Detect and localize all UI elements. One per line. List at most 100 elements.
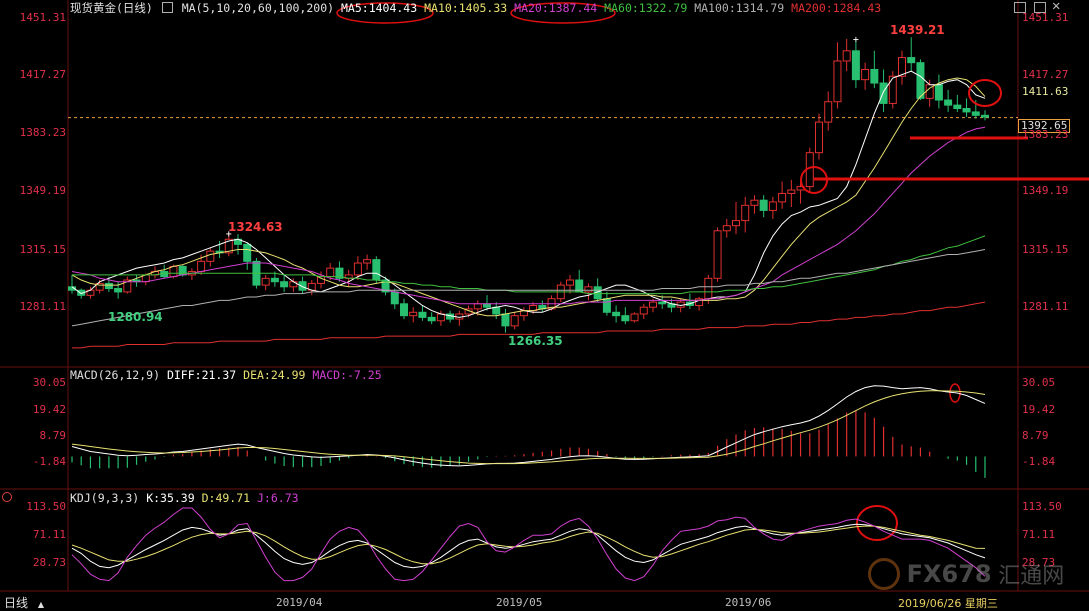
candle-down — [270, 277, 279, 283]
candle-down — [934, 84, 943, 101]
period-tab-label: 日线 — [4, 596, 29, 610]
candle-down — [851, 50, 860, 81]
candle-up — [732, 220, 740, 227]
kdj-legend: KDJ(9,3,3) K:35.39 D:49.71 J:6.73 — [70, 491, 299, 505]
macd-tick-left-0: 30.05 — [32, 376, 66, 389]
macd-tick-left-1: 19.42 — [32, 403, 66, 416]
candle-down — [870, 68, 879, 84]
y-tick-left-3: 1349.19 — [19, 184, 66, 197]
ma10-value: MA10:1405.33 — [424, 1, 508, 15]
candle-down — [243, 243, 252, 262]
y-tick-left-2: 1383.23 — [19, 126, 66, 139]
y-tick-left-5: 1281.11 — [19, 300, 66, 313]
candle-up — [353, 262, 362, 276]
candle-up — [363, 259, 372, 264]
current-price-label: 1411.63 — [1022, 85, 1069, 98]
candle-up — [824, 101, 833, 123]
y-tick-left-4: 1315.15 — [19, 243, 66, 256]
candle-up — [713, 230, 722, 279]
candle-up — [768, 201, 777, 211]
kdj-tick-right-0: 113.50 — [1022, 500, 1062, 513]
macd-dea-value: DEA:24.99 — [243, 368, 306, 382]
candle-down — [483, 303, 491, 308]
annotation-low-2: 1266.35 — [508, 334, 563, 348]
y-tick-left-0: 1451.31 — [19, 11, 66, 24]
candle-up — [261, 277, 270, 286]
candle-up — [473, 303, 482, 310]
ma-line-ma10 — [71, 77, 986, 317]
candle-up — [630, 313, 639, 322]
candle-down — [916, 62, 925, 99]
y-tick-right-2: 1383.23 — [1022, 128, 1069, 141]
kdj-line-j — [71, 507, 986, 582]
candle-up — [409, 311, 418, 317]
annotation-low-1: 1280.94 — [108, 310, 163, 324]
candle-up — [639, 306, 648, 315]
ma-settings-icon[interactable] — [161, 2, 173, 13]
candle-down — [621, 315, 630, 322]
y-tick-left-1: 1417.27 — [19, 68, 66, 81]
candle-down — [390, 291, 399, 305]
macd-macd-value: MACD:-7.25 — [312, 368, 382, 382]
macd-line-dea — [71, 390, 986, 465]
candle-up — [787, 189, 796, 194]
candle-up — [861, 68, 870, 81]
candle-down — [400, 303, 408, 317]
kdj-tick-left-2: 28.73 — [32, 556, 66, 569]
ma200-value: MA200:1284.43 — [791, 1, 882, 15]
ma-line-ma60 — [72, 235, 986, 295]
kdj-j-value: J:6.73 — [257, 491, 299, 505]
ma100-value: MA100:1314.79 — [694, 1, 785, 15]
instrument-title: 现货黄金(日线) — [70, 1, 153, 15]
macd-tick-right-1: 19.42 — [1022, 403, 1056, 416]
ma-params-label: MA(5,10,20,60,100,200) — [181, 1, 335, 15]
macd-tick-right-0: 30.05 — [1022, 376, 1056, 389]
macd-line-diff — [71, 385, 986, 467]
candle-down — [280, 281, 289, 288]
x-tick-1: 2019/05 — [496, 596, 543, 609]
candle-up — [842, 50, 851, 62]
candle-down — [612, 311, 621, 317]
candle-up — [326, 267, 335, 278]
ma-line-ma20 — [71, 126, 986, 305]
candle-down — [114, 288, 123, 293]
candle-down — [907, 57, 916, 64]
candle-down — [658, 301, 667, 305]
ma5-value: MA5:1404.43 — [341, 1, 418, 15]
candle-down — [104, 282, 113, 290]
candle-up — [833, 60, 842, 103]
candle-up — [815, 121, 823, 154]
high-marker: + — [853, 35, 859, 46]
candle-down — [953, 104, 962, 110]
candle-up — [317, 276, 325, 284]
macd-params-label: MACD(26,12,9) — [70, 368, 161, 382]
candle-up — [289, 281, 298, 288]
candle-up — [778, 192, 787, 203]
y-tick-right-0: 1451.31 — [1022, 11, 1069, 24]
period-tab[interactable]: 日线 ▲ — [4, 594, 44, 611]
candle-up — [741, 204, 750, 222]
y-tick-right-4: 1315.15 — [1022, 243, 1069, 256]
y-tick-right-5: 1281.11 — [1022, 300, 1069, 313]
kdj-tick-left-1: 71.11 — [32, 528, 66, 541]
macd-tick-left-3: -1.84 — [32, 455, 66, 468]
annotation-mid-high: 1324.63 — [228, 220, 283, 234]
candle-up — [436, 313, 445, 322]
candle-up — [566, 279, 574, 286]
period-dropdown-icon[interactable]: ▲ — [38, 600, 44, 609]
candle-down — [879, 82, 888, 104]
ma60-value: MA60:1322.79 — [604, 1, 688, 15]
ma-line-ma5 — [71, 70, 986, 318]
candle-up — [206, 250, 215, 262]
candle-up — [704, 277, 713, 300]
kdj-tick-right-1: 71.11 — [1022, 528, 1056, 541]
watermark-logo: FX678 汇通网 — [868, 558, 1064, 590]
watermark-text-cn: 汇通网 — [998, 564, 1065, 589]
main-panel-legend: 现货黄金(日线) MA(5,10,20,60,100,200) MA5:1404… — [70, 0, 881, 16]
candle-up — [584, 286, 593, 293]
candle-down — [971, 111, 980, 116]
candle-down — [981, 114, 989, 118]
kdj-tick-left-0: 113.50 — [26, 500, 66, 513]
candle-down — [427, 316, 436, 322]
candle-down — [759, 199, 768, 211]
